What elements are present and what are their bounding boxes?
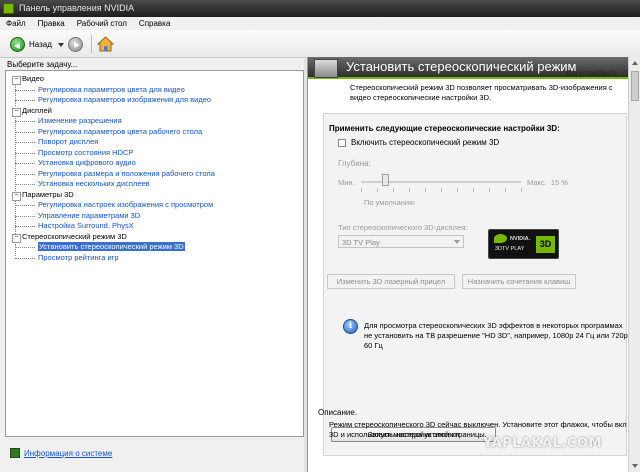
window-controls <box>602 2 636 13</box>
nvidia-eye-icon <box>494 234 507 243</box>
depth-max-label: Макс. 15 % <box>527 178 568 187</box>
depth-min-label: Мин. <box>338 178 355 187</box>
assign-hotkeys-button[interactable]: Назначить сочетания клавиш <box>462 274 576 289</box>
tree-category-video[interactable]: Видео <box>12 74 303 85</box>
menu-edit[interactable]: Правка <box>38 17 65 30</box>
stereo-3d-glasses-icon <box>314 59 338 78</box>
slider-tick <box>361 188 362 192</box>
scrollbar-thumb[interactable] <box>631 71 639 101</box>
tree-item-game-ratings[interactable]: Просмотр рейтинга игр <box>12 253 303 264</box>
tree-item-digital-audio[interactable]: Установка цифрового аудио <box>12 158 303 169</box>
menu-file[interactable]: Файл <box>6 17 26 30</box>
tree-item-manage-3d[interactable]: Управление параметрами 3D <box>12 211 303 222</box>
maximize-button[interactable] <box>614 2 624 13</box>
settings-panel: Применить следующие стереоскопические на… <box>323 113 628 456</box>
depth-max-text: Макс. <box>527 178 547 187</box>
enable-stereo-checkbox[interactable] <box>338 138 346 147</box>
slider-tick <box>393 188 394 192</box>
depth-slider-ticks <box>361 188 522 192</box>
system-info-icon <box>10 448 20 458</box>
toolbar: Назад <box>0 30 640 58</box>
description-label: Описание. <box>318 408 358 417</box>
tree-item-hdcp[interactable]: Просмотр состояния HDCP <box>12 148 303 159</box>
display-type-value: 3D TV Play <box>342 238 380 247</box>
panel-title: Применить следующие стереоскопические на… <box>329 124 560 133</box>
forward-icon[interactable] <box>68 37 83 52</box>
slider-tick <box>489 188 490 192</box>
system-info: Информация о системе <box>10 448 112 458</box>
tree-item-desktop-color[interactable]: Регулировка параметров цвета рабочего ст… <box>12 127 303 138</box>
back-button-label[interactable]: Назад <box>29 40 52 49</box>
slider-tick <box>425 188 426 192</box>
tree-item-rotate[interactable]: Поворот дисплея <box>12 137 303 148</box>
tree-item-resolution[interactable]: Изменение разрешения <box>12 116 303 127</box>
back-icon[interactable] <box>10 37 25 52</box>
display-type-label: Тип стереоскопического 3D-дисплея: <box>338 223 468 232</box>
depth-label: Глубина: <box>338 159 371 168</box>
back-history-dropdown[interactable] <box>58 43 64 47</box>
toolbar-separator <box>91 35 92 53</box>
enable-stereo-label: Включить стереоскопический режим 3D <box>351 138 500 147</box>
slider-tick <box>457 188 458 192</box>
content-pane: Установить стереоскопический режим Восст… <box>307 57 640 472</box>
slider-tick <box>505 188 506 192</box>
slider-tick <box>441 188 442 192</box>
window-title: Панель управления NVIDIA <box>19 3 135 13</box>
slider-tick <box>473 188 474 192</box>
tree-item-surround-physx[interactable]: Настройка Surround, PhysX <box>12 221 303 232</box>
logo-brand: NVIDIA. <box>510 236 531 242</box>
scroll-up-icon[interactable] <box>632 61 638 65</box>
home-icon[interactable] <box>97 36 114 52</box>
page-title: Установить стереоскопический режим <box>346 59 577 74</box>
display-type-select[interactable]: 3D TV Play <box>338 235 464 248</box>
content-scrollbar[interactable] <box>628 57 640 472</box>
title-bar: Панель управления NVIDIA <box>0 0 640 17</box>
page-intro: Стереоскопический режим 3D позволяет про… <box>350 83 613 102</box>
logo-product: 3DTV PLAY <box>495 246 525 252</box>
tree-category-3d-settings[interactable]: Параметры 3D <box>12 190 303 200</box>
scroll-down-icon[interactable] <box>632 464 638 468</box>
logo-badge: 3D <box>536 236 555 253</box>
task-tree: Видео Регулировка параметров цвета для в… <box>5 70 304 437</box>
tree-item-video-color[interactable]: Регулировка параметров цвета для видео <box>12 85 303 96</box>
close-button[interactable] <box>626 2 636 13</box>
nvidia-app-icon <box>3 3 14 14</box>
info-text: Для просмотра стереоскопических 3D эффек… <box>364 321 628 350</box>
menu-help[interactable]: Справка <box>139 17 170 30</box>
minimize-button[interactable] <box>602 2 612 13</box>
slider-tick <box>377 188 378 192</box>
depth-slider-thumb[interactable] <box>382 174 389 186</box>
info-note: i Для просмотра стереоскопических 3D эфф… <box>343 319 628 350</box>
3dtv-play-logo: NVIDIA. 3DTV PLAY 3D <box>488 229 559 259</box>
info-icon: i <box>343 319 358 334</box>
tree-category-display[interactable]: Дисплей <box>12 106 303 116</box>
restore-link[interactable]: Восстановить <box>566 69 617 78</box>
tree-category-stereo-3d[interactable]: Стереоскопический режим 3D <box>12 232 303 242</box>
site-watermark: YAPLAKAL.COM <box>483 436 602 451</box>
chevron-down-icon <box>454 240 460 244</box>
tree-item-desktop-size[interactable]: Регулировка размера и положения рабочего… <box>12 169 303 180</box>
depth-value: 15 % <box>550 178 568 187</box>
slider-tick <box>521 188 522 192</box>
tree-item-set-stereo-3d[interactable]: Установить стереоскопический режим 3D <box>12 242 303 253</box>
tree-item-multi-display[interactable]: Установка нескольких дисплеев <box>12 179 303 190</box>
menu-bar: Файл Правка Рабочий стол Справка <box>0 17 640 30</box>
system-info-link[interactable]: Информация о системе <box>24 449 112 458</box>
change-laser-sight-button[interactable]: Изменить 3D лазерный прицел <box>327 274 455 289</box>
tree-item-image-preview[interactable]: Регулировка настроек изображения с просм… <box>12 200 303 211</box>
task-header: Выберите задачу... <box>7 60 78 69</box>
depth-default-label: По умолчанию <box>364 198 415 207</box>
slider-tick <box>409 188 410 192</box>
menu-desktop[interactable]: Рабочий стол <box>77 17 127 30</box>
enable-stereo-row[interactable]: Включить стереоскопический режим 3D <box>338 138 499 147</box>
tree-item-video-image[interactable]: Регулировка параметров изображения для в… <box>12 95 303 106</box>
